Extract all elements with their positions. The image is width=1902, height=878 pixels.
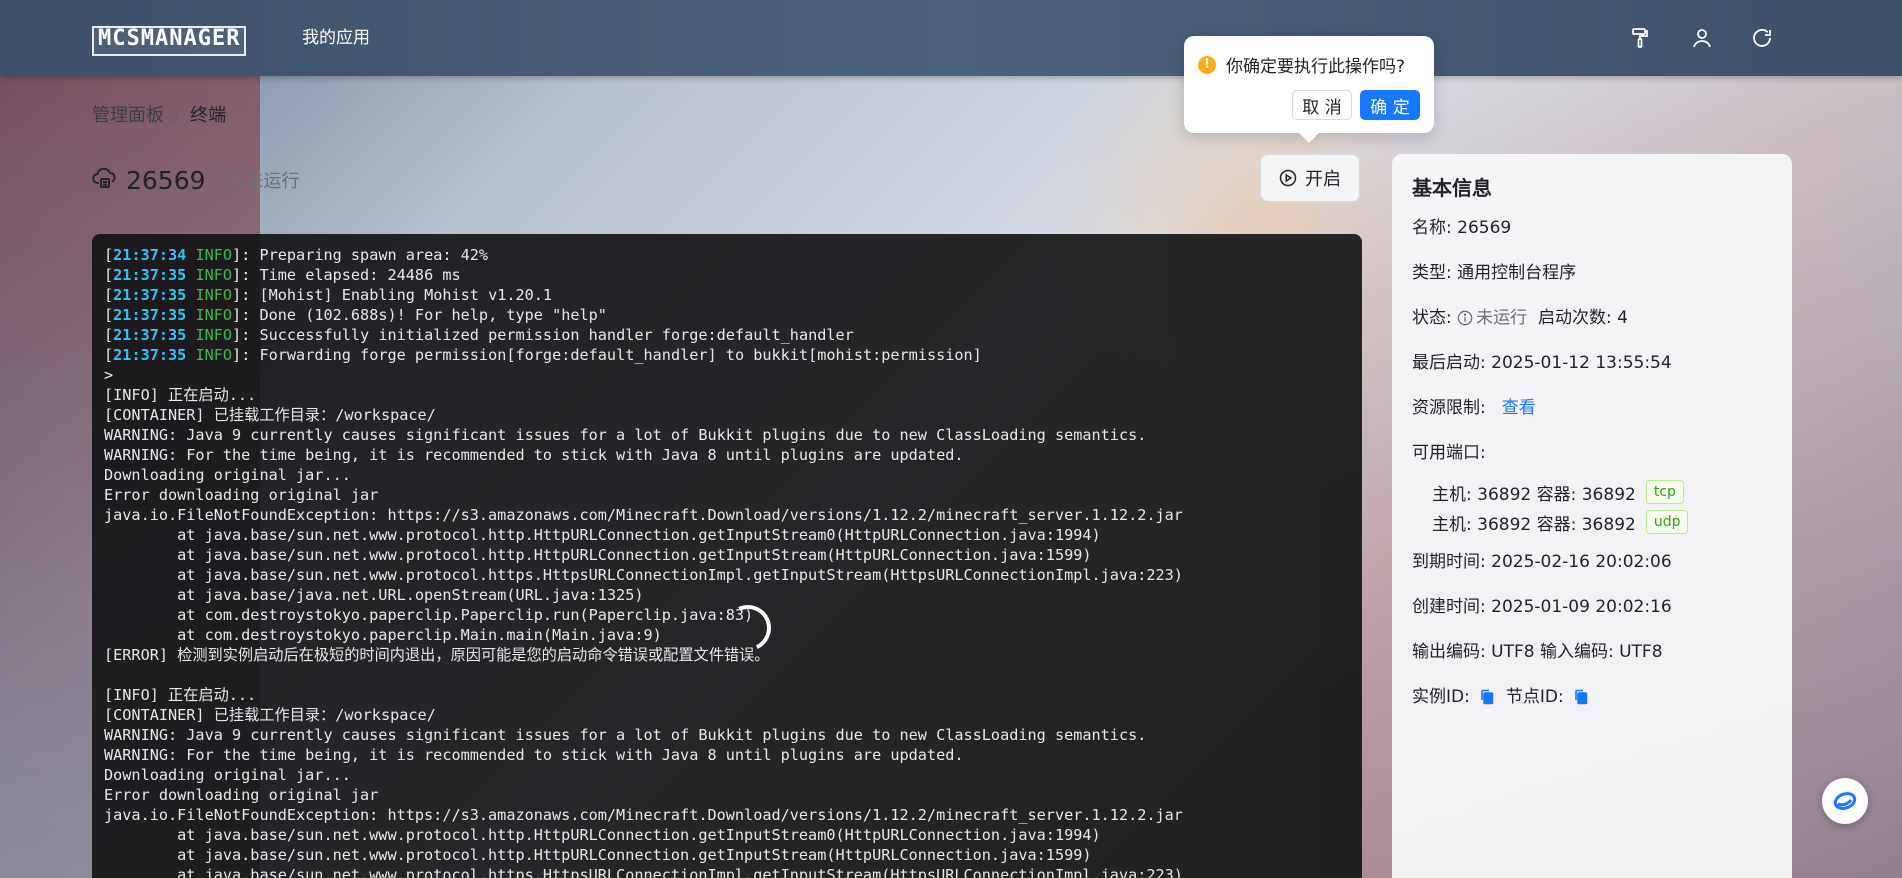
log-line: Downloading original jar...: [104, 466, 351, 484]
instance-name: 26569: [126, 165, 206, 195]
info-row-status: 状态: 未运行 启动次数: 4: [1412, 308, 1628, 328]
breadcrumb-separator: /: [174, 105, 181, 126]
warning-icon: !: [1198, 55, 1216, 74]
log-line: WARNING: Java 9 currently causes signifi…: [104, 726, 1147, 744]
log-line: WARNING: For the time being, it is recom…: [104, 746, 964, 764]
log-line: [21:37:34 INFO]: Preparing spawn area: 4…: [104, 246, 489, 264]
log-line: [21:37:35 INFO]: [Mohist] Enabling Mohis…: [104, 286, 553, 304]
confirm-message: ! 你确定要执行此操作吗?: [1198, 52, 1405, 77]
confirm-message-text: 你确定要执行此操作吗?: [1226, 57, 1406, 77]
cancel-button[interactable]: 取 消: [1292, 90, 1352, 120]
log-line: [INFO] 正在启动...: [104, 686, 257, 704]
log-line: at java.base/java.net.URL.openStream(URL…: [104, 586, 644, 604]
log-line: at java.base/sun.net.www.protocol.http.H…: [104, 546, 1092, 564]
log-line: at java.base/sun.net.www.protocol.https.…: [104, 866, 1183, 878]
log-line: at java.base/sun.net.www.protocol.http.H…: [104, 526, 1101, 544]
info-row-resource: 资源限制: 查看: [1412, 395, 1772, 440]
app-logo[interactable]: MCSMANAGER: [92, 26, 247, 56]
protocol-tag: tcp: [1645, 480, 1684, 504]
refresh-icon[interactable]: [1750, 26, 1774, 50]
cloud-server-icon: [92, 166, 118, 194]
log-line: [21:37:35 INFO]: Successfully initialize…: [104, 326, 854, 344]
log-line: WARNING: Java 9 currently causes signifi…: [104, 426, 1147, 444]
top-header: MCSMANAGER 我的应用: [0, 0, 1902, 76]
log-line: >: [104, 366, 114, 384]
instance-status: 未运行: [224, 167, 300, 193]
start-button[interactable]: 开启: [1260, 154, 1360, 202]
assistant-logo-icon: [1833, 792, 1857, 810]
user-icon[interactable]: [1690, 26, 1714, 50]
log-line: java.io.FileNotFoundException: https://s…: [104, 506, 1183, 524]
log-line: [21:37:35 INFO]: Done (102.688s)! For he…: [104, 306, 607, 324]
info-circle-icon: [224, 172, 240, 188]
copy-instance-id-icon[interactable]: [1480, 689, 1494, 705]
info-circle-icon: [1457, 310, 1473, 326]
info-row-type: 类型: 通用控制台程序: [1412, 263, 1577, 283]
port-item: 主机: 36892 容器: 36892 udp: [1432, 507, 1772, 537]
breadcrumb: 管理面板 / 终端: [92, 103, 226, 129]
log-line: [INFO] 正在启动...: [104, 386, 257, 404]
log-line: [21:37:35 INFO]: Time elapsed: 24486 ms: [104, 266, 461, 284]
info-row-last-start: 最后启动: 2025-01-12 13:55:54: [1412, 353, 1672, 373]
log-line: Downloading original jar...: [104, 766, 351, 784]
log-line: [CONTAINER] 已挂载工作目录：/workspace/: [104, 406, 436, 424]
terminal-output[interactable]: [21:37:34 INFO]: Preparing spawn area: 4…: [92, 234, 1362, 878]
log-line: at java.base/sun.net.www.protocol.https.…: [104, 566, 1183, 584]
breadcrumb-current: 终端: [190, 105, 227, 126]
log-line: java.io.FileNotFoundException: https://s…: [104, 806, 1183, 824]
log-line: Error downloading original jar: [104, 786, 379, 804]
log-line: [ERROR] 检测到实例启动后在极短的时间内退出，原因可能是您的启动命令错误或…: [104, 646, 770, 664]
start-button-label: 开启: [1305, 169, 1341, 190]
breadcrumb-root[interactable]: 管理面板: [92, 105, 164, 126]
confirm-ok-button[interactable]: 确 定: [1360, 90, 1420, 120]
info-row-ids: 实例ID: 节点ID:: [1412, 684, 1772, 729]
resource-view-link[interactable]: 查看: [1502, 395, 1536, 421]
log-line: Error downloading original jar: [104, 486, 379, 504]
log-line: at java.base/sun.net.www.protocol.http.H…: [104, 826, 1101, 844]
confirm-popover: ! 你确定要执行此操作吗? 取 消 确 定: [1184, 36, 1434, 133]
info-row-encoding: 输出编码: UTF8 输入编码: UTF8: [1412, 642, 1663, 662]
protocol-tag: udp: [1645, 510, 1689, 534]
ports-list: 主机: 36892 容器: 36892 tcp 主机: 36892 容器: 368…: [1432, 477, 1772, 537]
log-line: WARNING: For the time being, it is recom…: [104, 446, 964, 464]
paint-roller-icon[interactable]: [1628, 26, 1652, 50]
info-row-created: 创建时间: 2025-01-09 20:02:16: [1412, 597, 1672, 617]
floating-assistant-button[interactable]: [1822, 778, 1868, 824]
info-row-expire: 到期时间: 2025-02-16 20:02:06: [1412, 552, 1672, 572]
copy-node-id-icon[interactable]: [1574, 689, 1588, 705]
play-circle-icon: [1279, 169, 1297, 187]
info-row-name: 名称: 26569: [1412, 218, 1512, 238]
nav-my-apps[interactable]: 我的应用: [302, 26, 370, 50]
basic-info-panel: 基本信息 名称: 26569 类型: 通用控制台程序 状态: 未运行 启动次数:…: [1392, 154, 1792, 878]
panel-title: 基本信息: [1412, 176, 1492, 200]
instance-status-text: 未运行: [245, 171, 300, 192]
log-line: [CONTAINER] 已挂载工作目录：/workspace/: [104, 706, 436, 724]
log-line: [21:37:35 INFO]: Forwarding forge permis…: [104, 346, 982, 364]
log-line: at java.base/sun.net.www.protocol.http.H…: [104, 846, 1092, 864]
instance-header: 26569 未运行: [92, 164, 300, 196]
port-item: 主机: 36892 容器: 36892 tcp: [1432, 477, 1772, 507]
